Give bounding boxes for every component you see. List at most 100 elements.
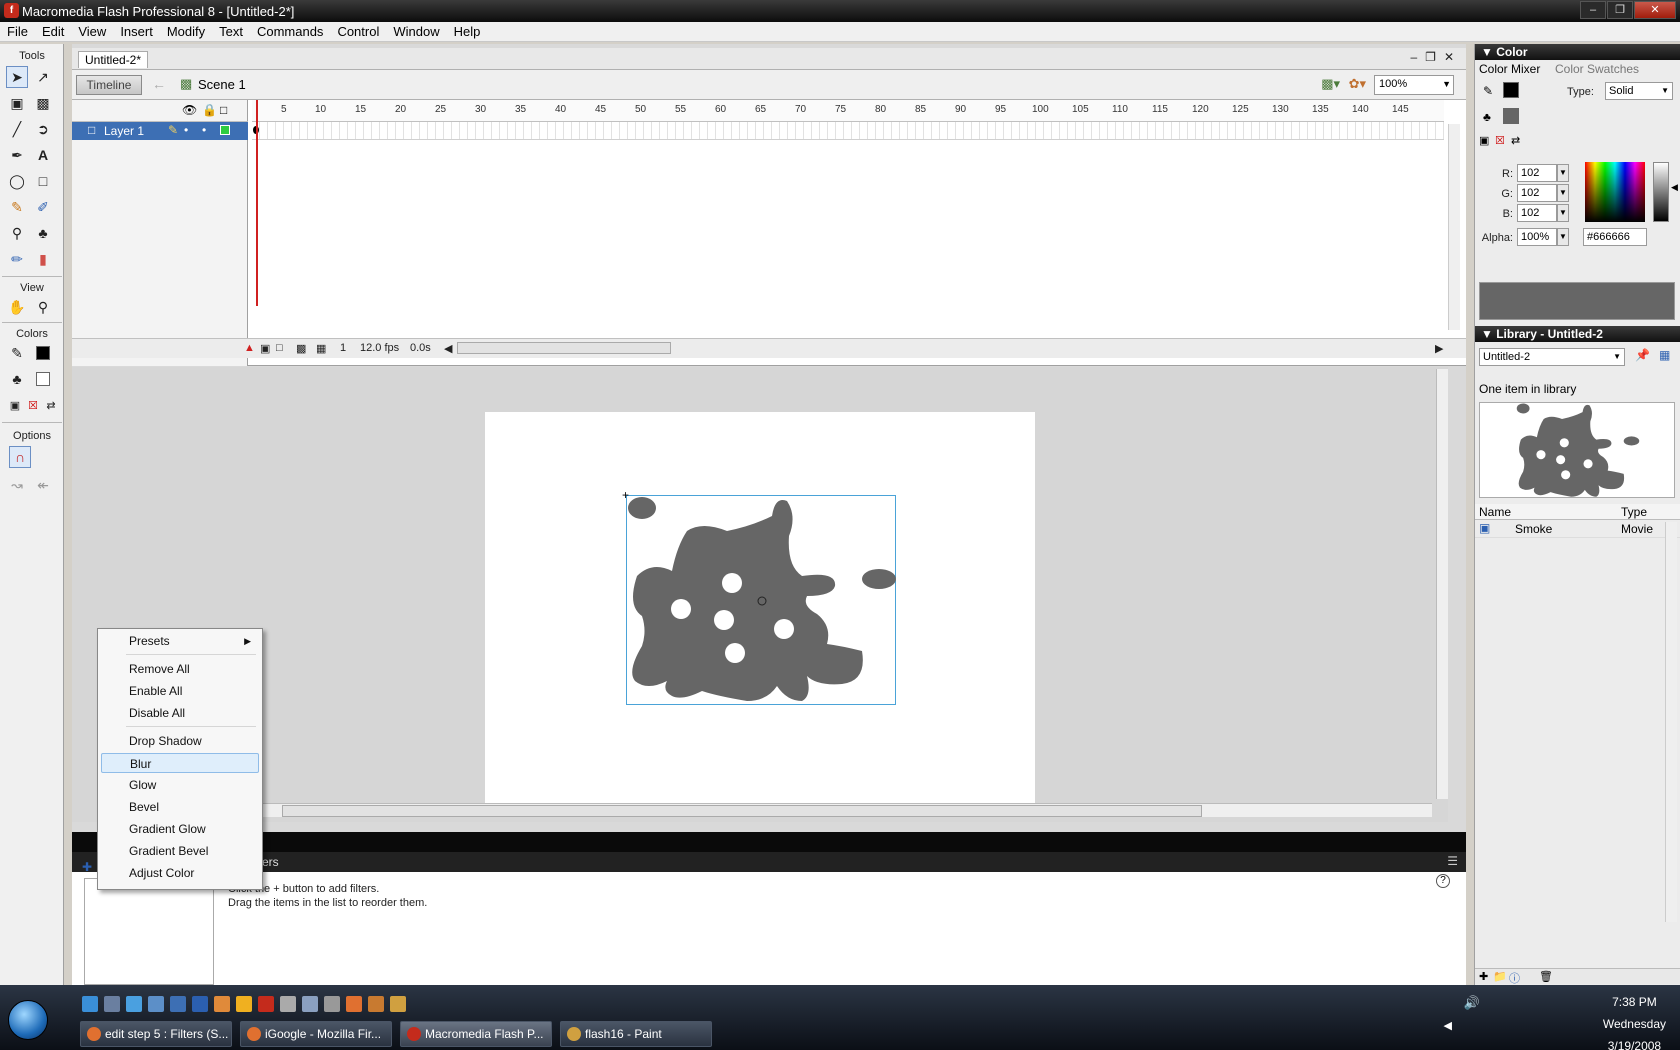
start-button[interactable] (8, 1000, 48, 1040)
swap-colors-icon[interactable]: ⇄ (1511, 134, 1520, 147)
eyedropper-tool-icon[interactable]: ✏ (6, 248, 28, 270)
film-quicklaunch-icon[interactable] (368, 996, 384, 1012)
lock-icon[interactable]: 🔒 (202, 103, 217, 117)
fill-color-swatch[interactable] (32, 368, 54, 390)
doc-minimize-icon[interactable]: – (1410, 50, 1417, 64)
tab-color-mixer[interactable]: Color Mixer (1479, 62, 1540, 76)
new-symbol-icon[interactable]: ✚ (1479, 970, 1488, 983)
text-tool-icon[interactable]: A (32, 144, 54, 166)
outline-icon[interactable]: □ (220, 103, 227, 117)
library-item-row[interactable]: ▣ Smoke Movie (1475, 520, 1680, 538)
smoke-symbol[interactable]: + (622, 488, 896, 705)
taskbar-button-flash[interactable]: Macromedia Flash P... (400, 1021, 552, 1047)
outline-color-icon[interactable] (220, 125, 230, 135)
outlook-icon[interactable] (214, 996, 230, 1012)
scroll-right-icon[interactable]: ▶ (1435, 342, 1443, 355)
new-library-panel-icon[interactable]: ▦ (1659, 348, 1670, 362)
paint-quicklaunch-icon[interactable] (390, 996, 406, 1012)
library-panel-header[interactable]: ▼ Library - Untitled-2 (1475, 326, 1680, 342)
library-vscrollbar[interactable] (1665, 522, 1677, 922)
menu-file[interactable]: File (0, 24, 35, 39)
col-type[interactable]: Type (1621, 505, 1647, 519)
menu-item-drop-shadow[interactable]: Drop Shadow (101, 731, 259, 751)
tool-quicklaunch-icon[interactable] (280, 996, 296, 1012)
swap-colors-icon[interactable]: ⇄ (40, 394, 62, 416)
type-select[interactable]: Solid ▼ (1605, 82, 1673, 100)
g-input[interactable]: 102 (1517, 184, 1557, 202)
delete-item-icon[interactable]: 🗑 (1539, 970, 1553, 983)
pen-tool-icon[interactable]: ✒ (6, 144, 28, 166)
hex-input[interactable]: #666666 (1583, 228, 1647, 246)
zoom-select[interactable]: 100% ▼ (1374, 75, 1454, 95)
taskbar-button-filters[interactable]: edit step 5 : Filters (S... (80, 1021, 232, 1047)
doc-close-icon[interactable]: ✕ (1444, 50, 1454, 64)
fill-color-icon[interactable]: ♣ (6, 368, 28, 390)
b-dropdown-arrow[interactable]: ▼ (1557, 204, 1569, 222)
menu-item-enable-all[interactable]: Enable All (101, 681, 259, 701)
new-folder-icon[interactable]: 📁 (1493, 970, 1507, 983)
computer-icon[interactable] (148, 996, 164, 1012)
close-button[interactable]: ✕ (1634, 1, 1676, 19)
menu-insert[interactable]: Insert (113, 24, 160, 39)
no-color-icon[interactable]: ☒ (1495, 134, 1505, 147)
alpha-input[interactable]: 100% (1517, 228, 1557, 246)
lasso-tool-icon[interactable]: ➲ (32, 118, 54, 140)
add-filter-icon[interactable]: ✚ (82, 860, 92, 874)
stroke-color-icon[interactable]: ✎ (6, 342, 28, 364)
r-dropdown-arrow[interactable]: ▼ (1557, 164, 1569, 182)
show-desktop-icon[interactable] (104, 996, 120, 1012)
menu-item-adjust-color[interactable]: Adjust Color (101, 863, 259, 883)
mixer-stroke-swatch[interactable] (1503, 82, 1519, 98)
tab-color-swatches[interactable]: Color Swatches (1555, 62, 1639, 76)
oval-tool-icon[interactable]: ◯ (6, 170, 28, 192)
media-player-icon[interactable] (236, 996, 252, 1012)
timeline-vscrollbar[interactable] (1448, 124, 1460, 330)
properties-panel-header[interactable] (72, 832, 1466, 852)
smooth-icon[interactable]: ↝ (6, 474, 28, 496)
menu-item-gradient-bevel[interactable]: Gradient Bevel (101, 841, 259, 861)
lock-dot-icon[interactable]: • (202, 123, 206, 137)
ie-icon[interactable] (82, 996, 98, 1012)
tray-expand-icon[interactable]: ◀ (1444, 1019, 1452, 1032)
menu-commands[interactable]: Commands (250, 24, 330, 39)
menu-item-gradient-glow[interactable]: Gradient Glow (101, 819, 259, 839)
menu-item-presets[interactable]: Presets ▶ (101, 631, 259, 651)
minimize-button[interactable]: – (1580, 1, 1606, 19)
menu-modify[interactable]: Modify (160, 24, 212, 39)
system-clock[interactable]: 7:38 PM Wednesday 3/19/2008 (1603, 991, 1666, 1050)
menu-view[interactable]: View (71, 24, 113, 39)
settings-quicklaunch-icon[interactable] (324, 996, 340, 1012)
center-frame-icon[interactable]: ▲ (244, 342, 255, 354)
rectangle-tool-icon[interactable]: □ (32, 170, 54, 192)
scroll-left-icon[interactable]: ◀ (444, 342, 452, 355)
timeline-toggle-button[interactable]: Timeline (76, 75, 142, 95)
help-icon[interactable]: ? (1436, 874, 1450, 888)
filter-list[interactable]: <None> (84, 878, 214, 985)
explorer-icon[interactable] (170, 996, 186, 1012)
edit-symbols-icon[interactable]: ✿▾ (1349, 76, 1366, 92)
menu-control[interactable]: Control (330, 24, 386, 39)
color-spectrum[interactable] (1585, 162, 1645, 222)
recycle-bin-icon[interactable] (302, 996, 318, 1012)
menu-item-remove-all[interactable]: Remove All (101, 659, 259, 679)
onion-outline-icon[interactable]: □ (276, 342, 283, 354)
edit-multiple-frames-icon[interactable]: ▩ (296, 342, 306, 355)
menu-item-glow[interactable]: Glow (101, 775, 259, 795)
flash-quicklaunch-icon[interactable] (258, 996, 274, 1012)
eraser-tool-icon[interactable]: ▮ (32, 248, 54, 270)
back-arrow-icon[interactable]: ← (152, 76, 166, 92)
firefox-quicklaunch-icon[interactable] (346, 996, 362, 1012)
stage-hscrollbar[interactable] (152, 803, 1432, 817)
gradient-transform-tool-icon[interactable]: ▩ (32, 92, 54, 114)
fill-color-icon[interactable]: ♣ (1483, 110, 1491, 124)
stage-vscrollbar[interactable] (1436, 369, 1448, 799)
menu-text[interactable]: Text (212, 24, 250, 39)
pin-library-icon[interactable]: 📌 (1635, 348, 1650, 362)
menu-window[interactable]: Window (386, 24, 446, 39)
brightness-pointer-icon[interactable]: ◀ (1671, 182, 1678, 193)
ink-bottle-tool-icon[interactable]: ⚲ (6, 222, 28, 244)
playhead[interactable] (256, 100, 258, 306)
line-tool-icon[interactable]: ╱ (6, 118, 28, 140)
stage-hscroll-thumb[interactable] (282, 805, 1202, 817)
subselection-tool-icon[interactable]: ↗ (32, 66, 54, 88)
